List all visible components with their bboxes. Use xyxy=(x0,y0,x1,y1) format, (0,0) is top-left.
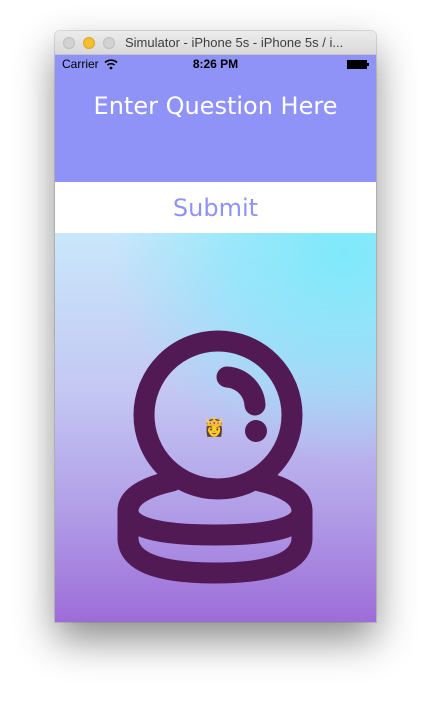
close-window-button[interactable] xyxy=(63,37,75,49)
status-time: 8:26 PM xyxy=(192,57,239,71)
answer-area: 👸 xyxy=(55,233,376,622)
simulator-window: Simulator - iPhone 5s - iPhone 5s / i...… xyxy=(55,31,376,622)
question-input[interactable]: Enter Question Here xyxy=(55,92,376,120)
submit-button[interactable]: Submit xyxy=(55,194,376,222)
question-header: Enter Question Here xyxy=(55,74,376,182)
minimize-window-button[interactable] xyxy=(83,37,95,49)
title-bar[interactable]: Simulator - iPhone 5s - iPhone 5s / i... xyxy=(55,31,376,55)
status-bar: Carrier 8:26 PM xyxy=(55,55,376,74)
submit-bar: Submit xyxy=(55,182,376,233)
answer-emoji: 👸 xyxy=(203,417,226,437)
battery-icon xyxy=(347,60,369,69)
window-title: Simulator - iPhone 5s - iPhone 5s / i... xyxy=(125,35,344,50)
zoom-window-button[interactable] xyxy=(103,37,115,49)
